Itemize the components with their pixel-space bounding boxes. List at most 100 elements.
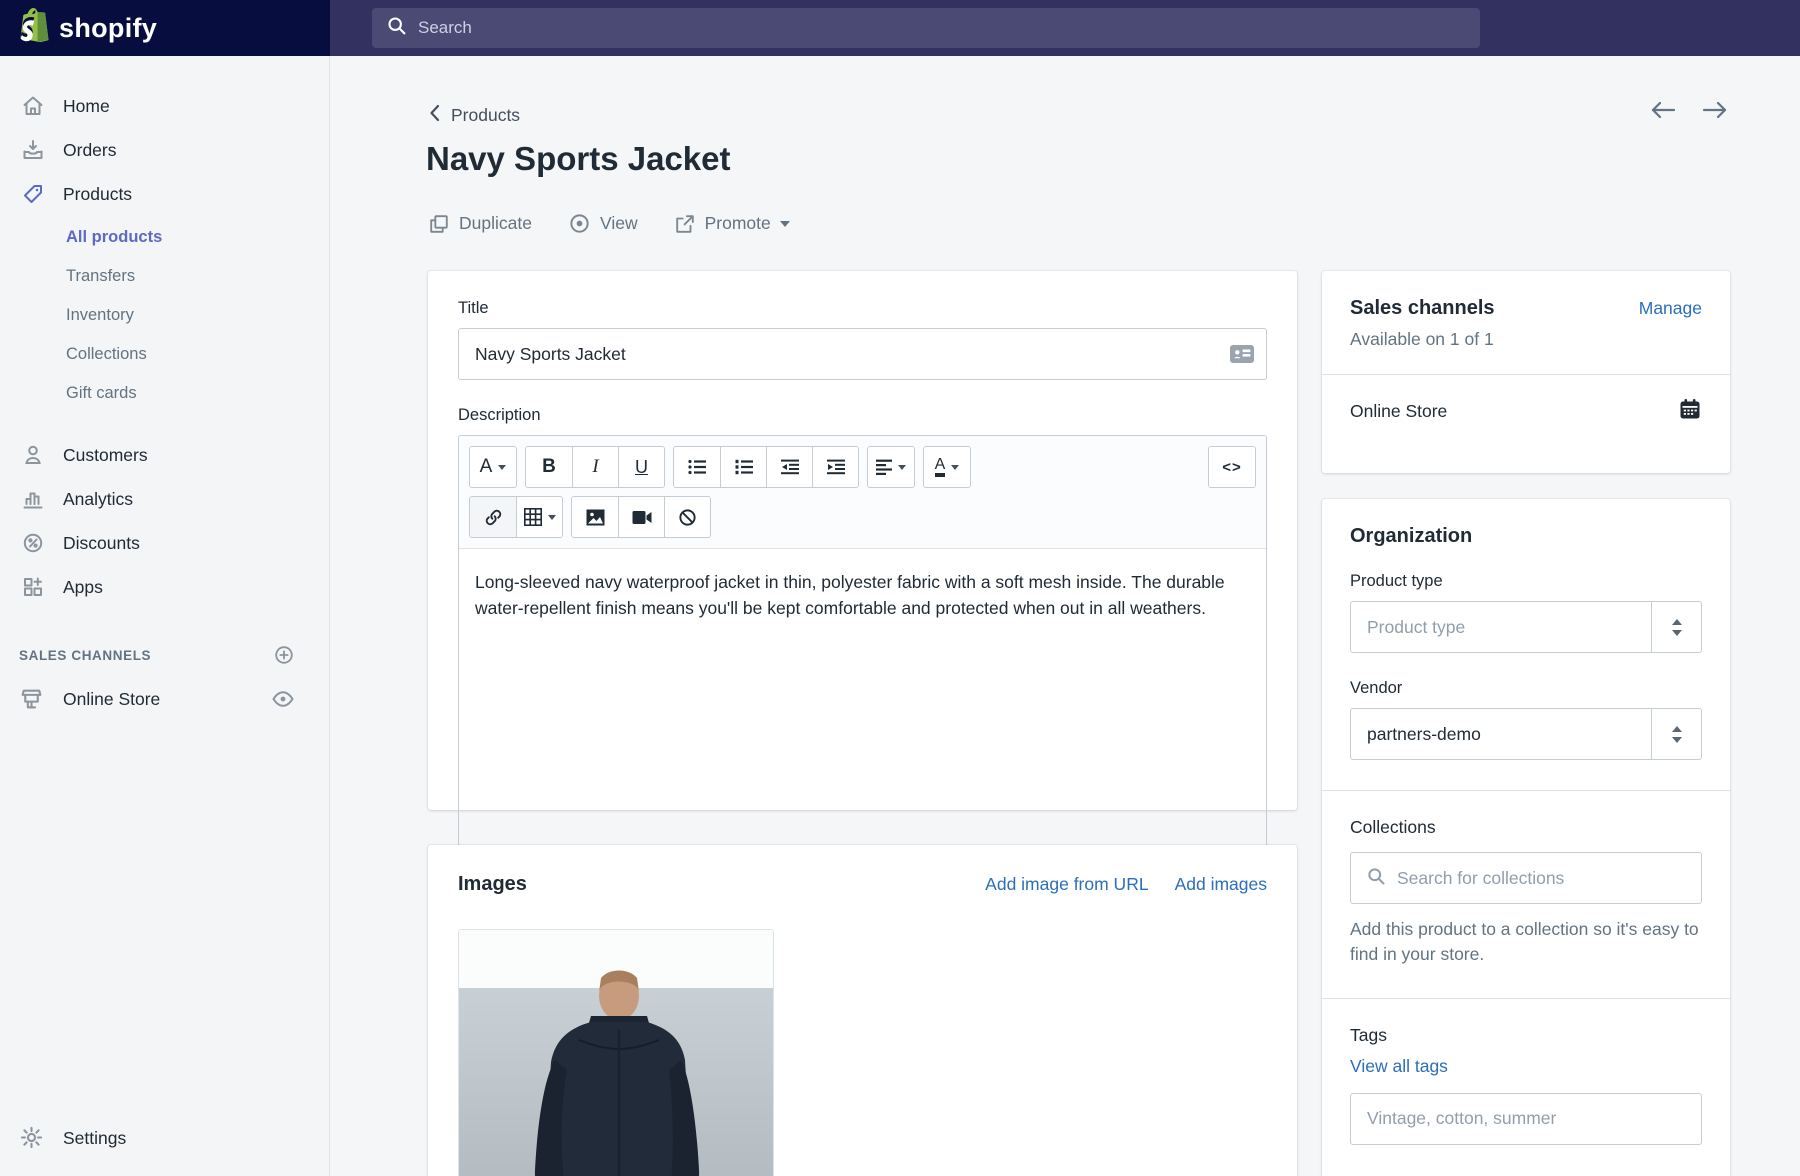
organization-heading: Organization [1350, 525, 1702, 548]
vendor-select[interactable]: partners-demo [1350, 708, 1702, 760]
clear-formatting-button[interactable] [664, 497, 710, 537]
sidebar-item-home[interactable]: Home [0, 84, 329, 128]
customers-icon [19, 442, 46, 469]
add-image-from-url-link[interactable]: Add image from URL [985, 874, 1148, 895]
global-search[interactable] [372, 8, 1480, 48]
organization-card: Organization Product type Product type V… [1322, 499, 1730, 1176]
sidebar-item-inventory[interactable]: Inventory [0, 296, 329, 335]
sub-item-label: Gift cards [66, 384, 137, 403]
product-type-label: Product type [1350, 572, 1702, 591]
calendar-icon[interactable] [1678, 397, 1702, 426]
chevron-down-icon [780, 221, 790, 227]
collections-label: Collections [1350, 817, 1702, 838]
sidebar-item-gift-cards[interactable]: Gift cards [0, 374, 329, 413]
shopify-logo[interactable]: shopify [0, 0, 330, 56]
editor-toolbar: A B I U [459, 436, 1266, 549]
sales-channels-header: SALES CHANNELS [0, 635, 329, 675]
sidebar-item-customers[interactable]: Customers [0, 433, 329, 477]
numbered-list-button[interactable] [720, 447, 766, 487]
next-product-arrow-icon[interactable] [1700, 98, 1730, 127]
contact-card-icon[interactable] [1229, 342, 1255, 371]
search-icon [386, 15, 407, 41]
insert-link-button[interactable] [470, 497, 516, 537]
title-input[interactable] [458, 328, 1267, 380]
sidebar-item-analytics[interactable]: Analytics [0, 477, 329, 521]
images-card: Images Add image from URL Add images [428, 845, 1297, 1176]
bold-button[interactable]: B [526, 447, 572, 487]
eye-icon[interactable] [271, 687, 295, 711]
orders-icon [19, 137, 46, 164]
search-icon [1366, 866, 1386, 891]
vendor-label: Vendor [1350, 679, 1702, 698]
sidebar-item-label: Discounts [63, 533, 140, 554]
indent-button[interactable] [812, 447, 858, 487]
duplicate-button[interactable]: Duplicate [428, 212, 532, 235]
sidebar: Home Orders Products All products Transf… [0, 56, 330, 1176]
text-color-button[interactable]: A [924, 447, 970, 487]
alignment-button[interactable] [868, 447, 914, 487]
sidebar-item-transfers[interactable]: Transfers [0, 257, 329, 296]
search-input[interactable] [418, 18, 1466, 38]
stepper-icon[interactable] [1651, 709, 1701, 759]
bulleted-list-button[interactable] [674, 447, 720, 487]
insert-image-button[interactable] [572, 497, 618, 537]
sidebar-item-all-products[interactable]: All products [0, 218, 329, 257]
chevron-down-icon [548, 515, 556, 520]
sidebar-item-label: Apps [63, 577, 103, 598]
collections-search-input[interactable] [1397, 868, 1686, 889]
sidebar-item-orders[interactable]: Orders [0, 128, 329, 172]
main-content: Products Navy Sports Jacket Duplicate [330, 56, 1800, 1176]
shopify-bag-icon [16, 7, 50, 50]
product-image-thumbnail[interactable] [458, 929, 774, 1176]
insert-table-button[interactable] [516, 497, 562, 537]
duplicate-label: Duplicate [459, 213, 532, 234]
product-type-placeholder: Product type [1351, 602, 1651, 652]
outdent-button[interactable] [766, 447, 812, 487]
view-eye-icon [568, 212, 591, 235]
sidebar-item-products[interactable]: Products [0, 172, 329, 216]
collections-search-box[interactable] [1350, 852, 1702, 904]
previous-product-arrow-icon[interactable] [1648, 98, 1678, 127]
shopify-admin-product-page: shopify Home Orders [0, 0, 1800, 1176]
breadcrumb[interactable]: Products [428, 104, 520, 127]
sub-item-label: Collections [66, 345, 147, 364]
channel-label: Online Store [63, 689, 160, 710]
manage-link[interactable]: Manage [1639, 298, 1702, 319]
promote-button[interactable]: Promote [674, 212, 790, 235]
description-label: Description [458, 406, 1267, 425]
pagination-arrows [1648, 98, 1730, 127]
product-type-select[interactable]: Product type [1350, 601, 1702, 653]
jacket-photo [459, 930, 773, 1176]
breadcrumb-label: Products [451, 105, 520, 126]
sidebar-item-online-store[interactable]: Online Store [0, 675, 329, 723]
description-textarea[interactable]: Long-sleeved navy waterproof jacket in t… [459, 549, 1266, 883]
text-style-button[interactable]: A [470, 447, 516, 487]
view-all-tags-link[interactable]: View all tags [1350, 1056, 1448, 1077]
underline-button[interactable]: U [618, 447, 664, 487]
add-images-link[interactable]: Add images [1175, 874, 1267, 895]
sidebar-item-label: Home [63, 96, 110, 117]
sidebar-item-collections[interactable]: Collections [0, 335, 329, 374]
sidebar-item-discounts[interactable]: Discounts [0, 521, 329, 565]
sidebar-item-apps[interactable]: Apps [0, 565, 329, 609]
title-label: Title [458, 299, 1267, 318]
images-heading: Images [458, 873, 527, 896]
sub-item-label: All products [66, 228, 162, 247]
vendor-value: partners-demo [1351, 709, 1651, 759]
action-bar: Duplicate View Promote [428, 212, 790, 235]
stepper-icon[interactable] [1651, 602, 1701, 652]
view-button[interactable]: View [568, 212, 638, 235]
show-html-button[interactable]: <> [1209, 447, 1255, 487]
shopify-wordmark: shopify [59, 13, 157, 44]
collections-help-text: Add this product to a collection so it's… [1350, 917, 1702, 968]
sales-channels-card: Sales channels Manage Available on 1 of … [1322, 271, 1730, 473]
insert-video-button[interactable] [618, 497, 664, 537]
italic-button[interactable]: I [572, 447, 618, 487]
tags-input[interactable] [1350, 1093, 1702, 1145]
add-channel-button[interactable] [273, 644, 295, 666]
external-link-icon [674, 213, 696, 235]
sidebar-item-label: Products [63, 184, 132, 205]
sidebar-nav: Home Orders Products All products Transf… [0, 56, 329, 723]
products-subnav: All products Transfers Inventory Collect… [0, 216, 329, 417]
sidebar-item-settings[interactable]: Settings [0, 1116, 329, 1160]
